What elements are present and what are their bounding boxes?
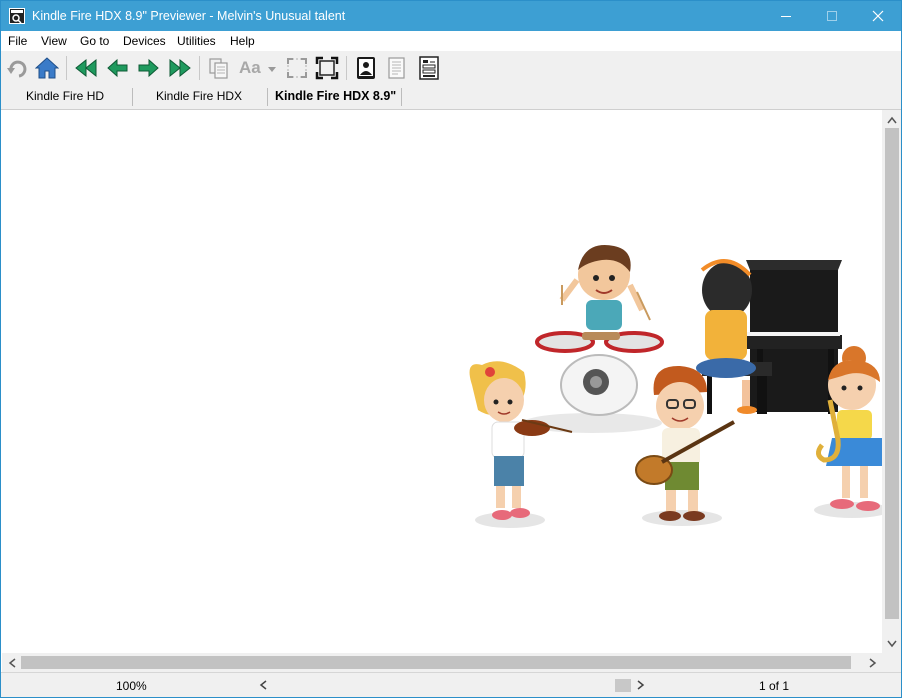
- font-size-icon: Aa: [239, 58, 261, 77]
- copy-button[interactable]: [206, 55, 232, 81]
- menu-help[interactable]: Help: [230, 34, 255, 48]
- menu-view[interactable]: View: [41, 34, 67, 48]
- zoom-level: 100%: [116, 679, 147, 693]
- page-view-button[interactable]: [384, 55, 410, 81]
- menu-bar: File View Go to Devices Utilities Help: [1, 31, 901, 51]
- tab-separator: [401, 88, 402, 106]
- toolbar-separator: [199, 56, 200, 80]
- toolbar-separator: [66, 56, 67, 80]
- fit-width-button[interactable]: [284, 55, 310, 81]
- guitar-boy-shape: [635, 365, 735, 521]
- page-icon: [388, 57, 405, 79]
- toolbar: Aa: [1, 51, 901, 86]
- page-slider[interactable]: [259, 678, 649, 692]
- window-title: Kindle Fire HDX 8.9" Previewer - Melvin'…: [32, 9, 346, 23]
- toolbar-separator: [346, 56, 347, 80]
- last-page-icon: [169, 58, 191, 78]
- maximize-button[interactable]: [809, 1, 855, 31]
- horizontal-scroll-thumb[interactable]: [21, 656, 851, 669]
- drummer-boy-shape: [559, 245, 651, 330]
- children-playing-music-illustration: [469, 245, 882, 528]
- previous-page-icon: [107, 58, 128, 78]
- portrait-button[interactable]: [353, 55, 379, 81]
- scroll-up-icon[interactable]: [887, 116, 897, 124]
- scroll-left-icon[interactable]: [8, 658, 16, 668]
- status-bar: 100% 1 of 1: [1, 672, 901, 697]
- next-page-icon: [138, 58, 159, 78]
- close-button[interactable]: [855, 1, 901, 31]
- drum-kit-shape: [535, 331, 664, 416]
- page-indicator: 1 of 1: [759, 679, 790, 693]
- settings-panel-icon: [419, 56, 439, 80]
- tab-kindle-fire-hdx-89[interactable]: Kindle Fire HDX 8.9": [275, 89, 396, 103]
- vertical-scrollbar[interactable]: [882, 110, 901, 653]
- violin-girl-shape: [469, 361, 573, 520]
- slider-left-icon[interactable]: [259, 680, 267, 690]
- menu-utilities[interactable]: Utilities: [177, 34, 216, 48]
- close-icon: [872, 10, 884, 22]
- copy-icon: [209, 58, 228, 79]
- undo-icon: [7, 60, 27, 78]
- undo-button[interactable]: [5, 55, 31, 81]
- tab-kindle-fire-hdx[interactable]: Kindle Fire HDX: [156, 89, 242, 103]
- menu-goto[interactable]: Go to: [80, 34, 109, 48]
- tab-separator: [132, 88, 133, 106]
- scroll-down-icon[interactable]: [887, 640, 897, 648]
- menu-devices[interactable]: Devices: [123, 34, 166, 48]
- scroll-right-icon[interactable]: [869, 658, 877, 668]
- scrollbar-corner: [882, 653, 901, 672]
- page-slider-thumb[interactable]: [615, 679, 631, 692]
- minimize-button[interactable]: [763, 1, 809, 31]
- first-page-button[interactable]: [73, 55, 99, 81]
- horizontal-scrollbar[interactable]: [2, 653, 882, 672]
- font-size-button[interactable]: Aa: [237, 55, 277, 81]
- chevron-down-icon: [268, 67, 276, 72]
- minimize-icon: [781, 16, 791, 17]
- tab-separator: [267, 88, 268, 106]
- home-button[interactable]: [34, 55, 60, 81]
- menu-file[interactable]: File: [8, 34, 27, 48]
- app-icon: [9, 8, 25, 24]
- maximize-icon: [827, 11, 837, 21]
- full-screen-icon: [315, 56, 339, 80]
- vertical-scroll-thumb[interactable]: [885, 128, 899, 619]
- previewer-window: Kindle Fire HDX 8.9" Previewer - Melvin'…: [0, 0, 902, 698]
- title-bar: Kindle Fire HDX 8.9" Previewer - Melvin'…: [1, 1, 901, 31]
- home-icon: [35, 57, 59, 79]
- first-page-icon: [75, 58, 97, 78]
- last-page-button[interactable]: [167, 55, 193, 81]
- previous-page-button[interactable]: [105, 55, 131, 81]
- full-screen-button[interactable]: [314, 55, 340, 81]
- next-page-button[interactable]: [135, 55, 161, 81]
- tab-kindle-fire-hd[interactable]: Kindle Fire HD: [26, 89, 104, 103]
- fit-width-icon: [287, 58, 307, 78]
- preview-area: [2, 110, 882, 653]
- device-tabs: Kindle Fire HD Kindle Fire HDX Kindle Fi…: [1, 85, 901, 110]
- slider-right-icon[interactable]: [637, 680, 645, 690]
- settings-panel-button[interactable]: [416, 55, 442, 81]
- portrait-icon: [357, 57, 375, 79]
